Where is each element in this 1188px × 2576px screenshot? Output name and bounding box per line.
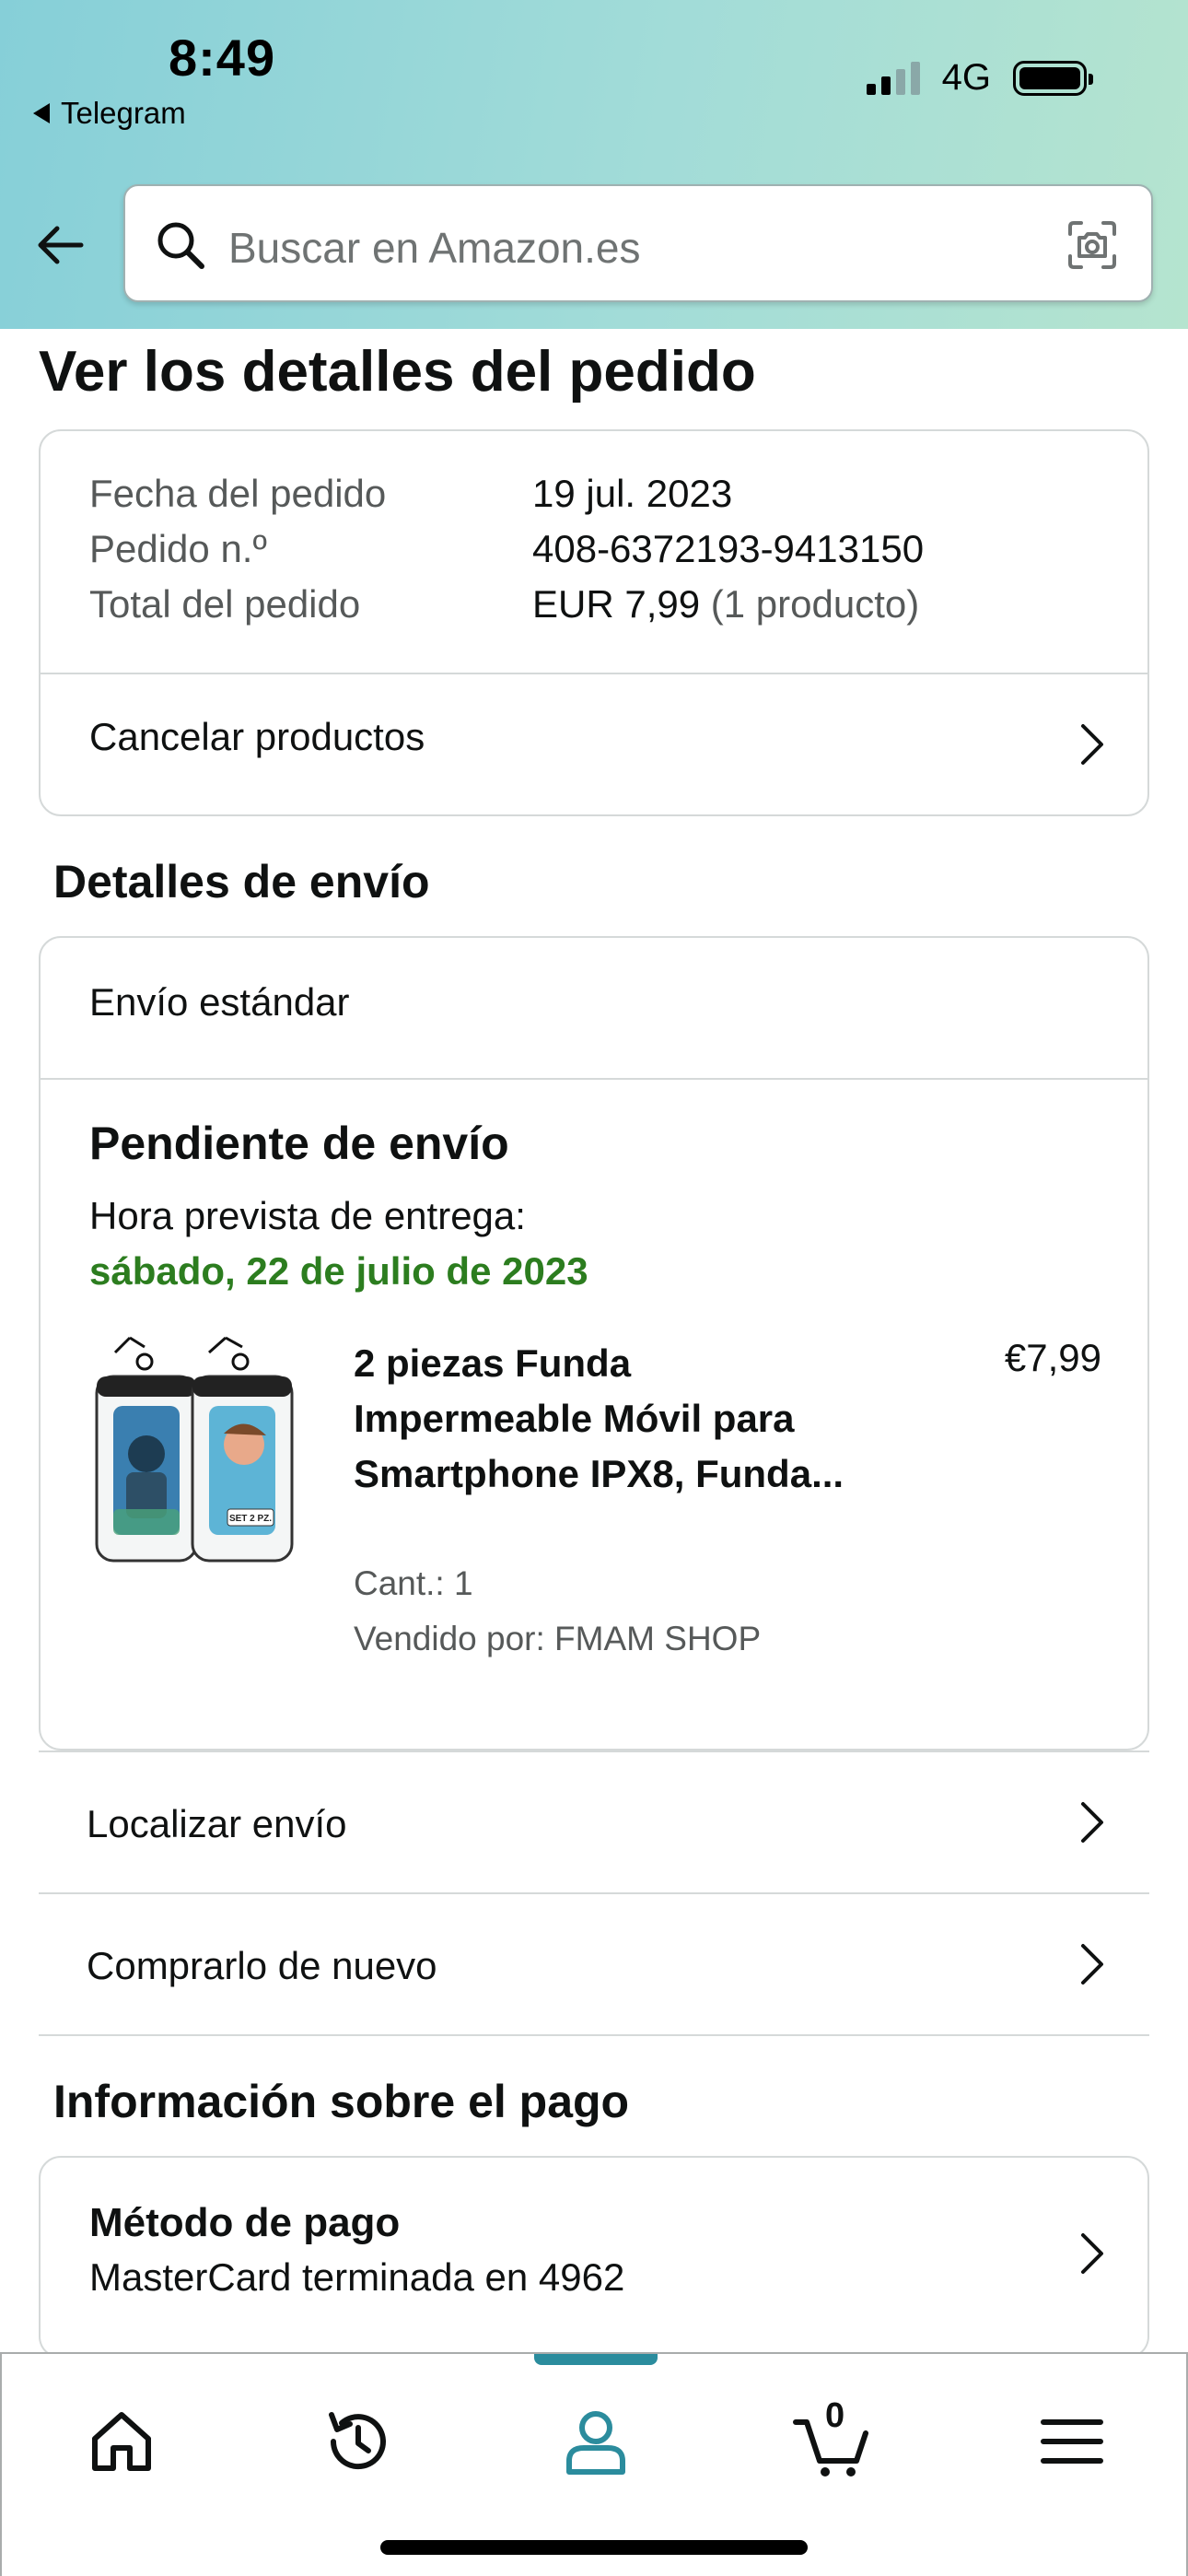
active-tab-indicator bbox=[534, 2354, 658, 2365]
order-total-amount: EUR 7,99 bbox=[532, 582, 701, 626]
cart-count-badge: 0 bbox=[825, 2396, 845, 2435]
chevron-right-icon bbox=[1081, 1802, 1103, 1843]
order-total-label: Total del pedido bbox=[89, 582, 361, 626]
cancel-products-button[interactable]: Cancelar productos bbox=[41, 674, 1147, 814]
back-to-app-button[interactable]: Telegram bbox=[33, 96, 186, 131]
chevron-right-icon bbox=[1081, 2233, 1103, 2274]
search-placeholder: Buscar en Amazon.es bbox=[228, 224, 641, 272]
cancel-products-label: Cancelar productos bbox=[89, 715, 425, 758]
hamburger-menu-icon bbox=[1041, 2419, 1103, 2464]
buy-again-label: Comprarlo de nuevo bbox=[87, 1944, 437, 1987]
divider bbox=[41, 1078, 1147, 1080]
chevron-right-icon bbox=[1081, 724, 1103, 765]
history-icon bbox=[329, 2412, 386, 2470]
tab-account[interactable] bbox=[554, 2400, 637, 2483]
chevron-right-icon bbox=[1081, 1944, 1103, 1985]
home-icon bbox=[92, 2412, 151, 2471]
order-date-value: 19 jul. 2023 bbox=[532, 472, 733, 515]
track-package-label: Localizar envío bbox=[87, 1802, 347, 1845]
delivery-estimate-date: sábado, 22 de julio de 2023 bbox=[89, 1249, 588, 1293]
tab-home[interactable] bbox=[80, 2400, 163, 2483]
signal-icon bbox=[866, 61, 920, 95]
order-date-label: Fecha del pedido bbox=[89, 472, 387, 515]
product-price: €7,99 bbox=[1004, 1336, 1101, 1379]
status-time: 8:49 bbox=[169, 29, 276, 87]
divider bbox=[39, 2034, 1149, 2036]
status-indicators: 4G bbox=[866, 57, 1093, 99]
tab-menu[interactable] bbox=[1031, 2400, 1113, 2483]
person-icon bbox=[566, 2411, 625, 2475]
product-image[interactable]: SET 2 PZ. bbox=[89, 1334, 340, 1564]
order-summary-card: Fecha del pedido 19 jul. 2023 Pedido n.º… bbox=[39, 429, 1149, 816]
payment-method-detail: MasterCard terminada en 4962 bbox=[89, 2255, 625, 2299]
tab-cart[interactable]: 0 bbox=[792, 2396, 875, 2483]
home-indicator[interactable] bbox=[380, 2540, 808, 2555]
product-quantity: Cant.: 1 bbox=[354, 1564, 473, 1602]
shipping-status: Pendiente de envío bbox=[89, 1118, 509, 1169]
camera-scan-icon[interactable] bbox=[1065, 217, 1120, 273]
svg-text:SET 2 PZ.: SET 2 PZ. bbox=[229, 1514, 272, 1524]
search-icon bbox=[157, 222, 204, 269]
product-title-link[interactable]: 2 piezas Funda Impermeable Móvil para Sm… bbox=[354, 1336, 869, 1502]
buy-again-button[interactable]: Comprarlo de nuevo bbox=[39, 1892, 1149, 2034]
payment-method-title: Método de pago bbox=[89, 2200, 401, 2245]
tab-history[interactable] bbox=[317, 2400, 400, 2483]
payment-section-title: Información sobre el pago bbox=[53, 2076, 630, 2127]
battery-icon bbox=[1013, 60, 1093, 96]
search-input[interactable]: Buscar en Amazon.es bbox=[123, 184, 1153, 302]
page-title: Ver los detalles del pedido bbox=[39, 340, 756, 404]
order-number-label: Pedido n.º bbox=[89, 527, 267, 570]
order-total-items: (1 producto) bbox=[710, 582, 920, 626]
shipping-section-title: Detalles de envío bbox=[53, 856, 430, 907]
back-app-label: Telegram bbox=[61, 96, 186, 130]
order-number-value: 408-6372193-9413150 bbox=[532, 527, 925, 570]
delivery-estimate-label: Hora prevista de entrega: bbox=[89, 1194, 526, 1237]
product-seller: Vendido por: FMAM SHOP bbox=[354, 1620, 762, 1657]
payment-method-button[interactable]: Método de pago MasterCard terminada en 4… bbox=[39, 2156, 1149, 2359]
track-package-button[interactable]: Localizar envío bbox=[39, 1751, 1149, 1892]
shipping-card: Envío estándar Pendiente de envío Hora p… bbox=[39, 936, 1149, 1751]
app-header: 8:49 Telegram 4G Buscar en Amazon.es bbox=[0, 0, 1188, 329]
network-type: 4G bbox=[941, 57, 991, 98]
back-triangle-icon bbox=[33, 103, 50, 123]
order-total-value: EUR 7,99 (1 producto) bbox=[532, 582, 919, 626]
shipping-method: Envío estándar bbox=[89, 980, 350, 1024]
back-arrow-icon[interactable] bbox=[33, 217, 88, 273]
